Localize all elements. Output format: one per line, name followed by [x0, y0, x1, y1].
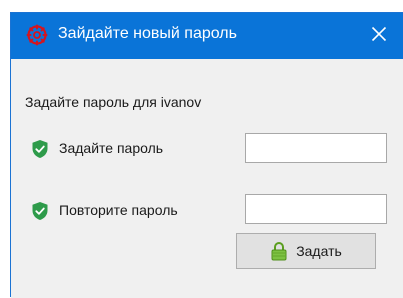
password-label: Задайте пароль [59, 140, 164, 156]
password-input[interactable] [245, 133, 387, 163]
close-button[interactable] [355, 13, 403, 59]
close-icon [371, 26, 387, 47]
repeat-password-input[interactable] [245, 194, 387, 224]
lock-icon [270, 241, 288, 261]
set-password-label: Задать [296, 243, 342, 259]
set-password-button[interactable]: Задать [236, 233, 376, 269]
shield-icon [31, 139, 49, 159]
repeat-password-label: Повторите пароль [59, 202, 178, 218]
title-bar: Зайдайте новый пароль [11, 13, 403, 59]
shield-icon [31, 201, 49, 221]
dialog-subtitle: Задайте пароль для ivanov [25, 94, 202, 110]
app-gear-icon [26, 24, 48, 46]
window-title: Зайдайте новый пароль [58, 25, 237, 42]
